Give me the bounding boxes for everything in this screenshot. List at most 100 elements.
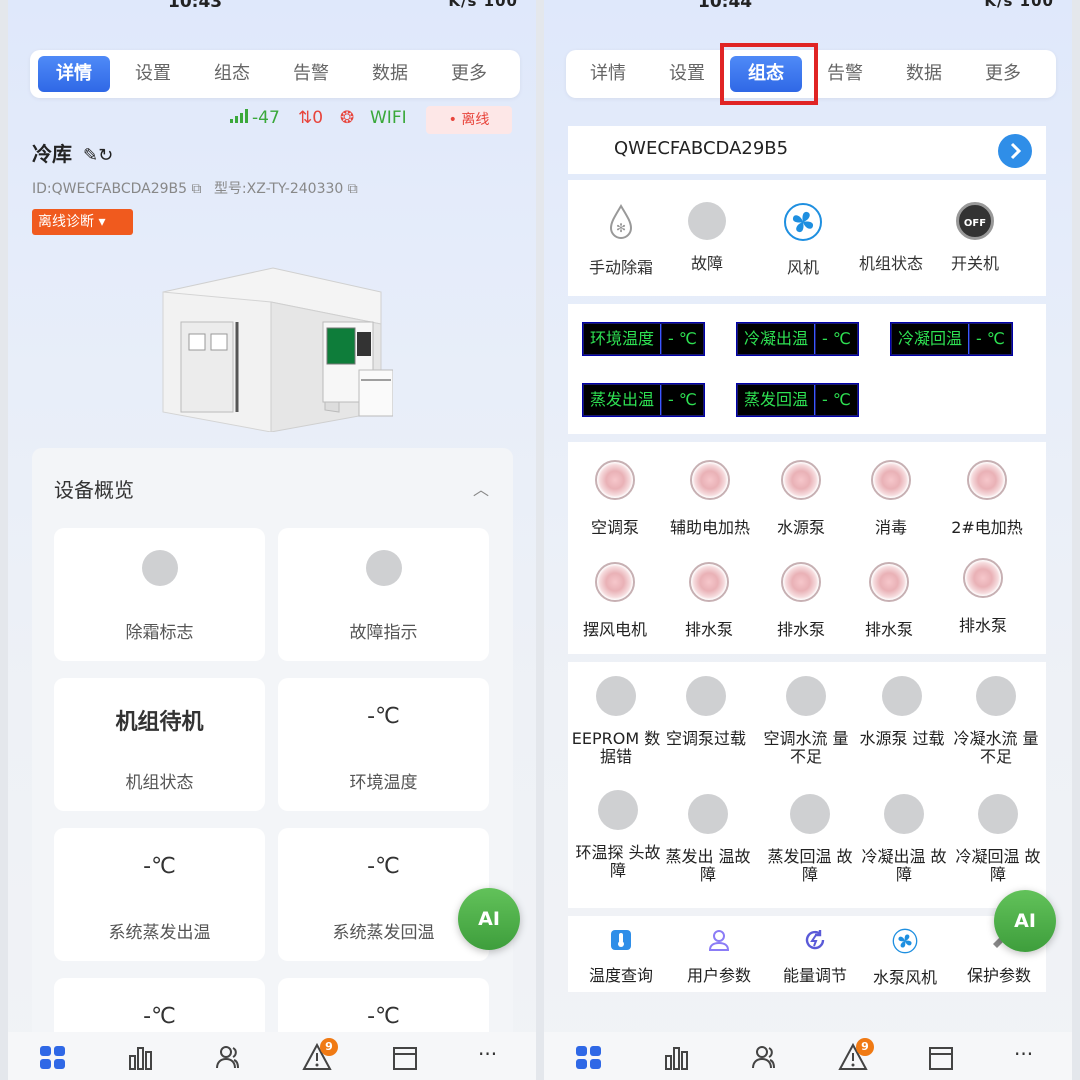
- detail-screen: 10:43 K/s 100 详情 设置 组态 告警 数据 更多 -47 ⇅0 ❂…: [8, 0, 536, 1080]
- fault-eeprom: EEPROM 数据错: [568, 676, 664, 766]
- caret-down-icon: ▾: [98, 214, 106, 230]
- device-box-icon[interactable]: [390, 1042, 420, 1072]
- tool-label: 水泵风机: [872, 968, 937, 987]
- copy-model-icon[interactable]: ⧉: [348, 181, 358, 197]
- tile-unit-status: 机组待机 机组状态: [54, 678, 265, 811]
- icon-label: 故障: [690, 254, 723, 273]
- ai-assistant-button[interactable]: AI: [994, 890, 1056, 952]
- copy-id-icon[interactable]: ⧉: [191, 181, 201, 197]
- pump-fan[interactable]: 水泵风机: [858, 928, 952, 988]
- tab-alarm[interactable]: 告警: [809, 56, 881, 92]
- tab-detail[interactable]: 详情: [38, 56, 110, 92]
- power-off-icon: OFF: [956, 202, 994, 240]
- lcd-value: - ℃: [816, 385, 857, 415]
- serial-row[interactable]: QWECFABCDA29B5: [568, 126, 1046, 174]
- lcd-key: 冷凝回温: [892, 324, 970, 354]
- fault-ac-pump-overload: 空调泵过载: [658, 676, 754, 748]
- power-switch[interactable]: OFF 开关机: [930, 202, 1020, 274]
- fault-lamp-icon: [786, 676, 826, 716]
- lcd-key: 冷凝出温: [738, 324, 816, 354]
- energy-regulation[interactable]: 能量调节: [768, 928, 862, 986]
- tab-config[interactable]: 组态: [196, 56, 268, 92]
- collapse-chevron-icon[interactable]: ︿: [473, 476, 489, 500]
- lamp-icon: [689, 562, 729, 602]
- lcd-key: 蒸发回温: [738, 385, 816, 415]
- lamp-label: 2#电加热: [951, 518, 1023, 537]
- lamp-icon: [871, 460, 911, 500]
- chart-icon[interactable]: [126, 1042, 156, 1072]
- tile-label: 系统蒸发出温: [108, 923, 211, 943]
- tile-label: 环境温度: [349, 773, 418, 793]
- alarm-count-badge: 9: [856, 1038, 874, 1056]
- lcd-key: 环境温度: [584, 324, 662, 354]
- chart-icon[interactable]: [662, 1042, 692, 1072]
- offline-diagnosis-button[interactable]: 离线诊断 ▾: [32, 209, 133, 235]
- more-icon[interactable]: ···: [1014, 1042, 1044, 1072]
- lamp-icon: [967, 460, 1007, 500]
- user-params[interactable]: 用户参数: [672, 928, 766, 986]
- bottom-nav: 9 ···: [8, 1032, 536, 1080]
- fault-water-pump-overload: 水源泵 过载: [854, 676, 950, 748]
- lcd-ambient-temp: 环境温度 - ℃: [582, 322, 705, 356]
- fault-lamp-icon: [976, 676, 1016, 716]
- status-bar: 10:44 K/s 100: [544, 0, 1072, 18]
- chevron-right-icon[interactable]: [998, 134, 1032, 168]
- lamp-drain-pump-2: 排水泵: [756, 562, 846, 640]
- temperature-query[interactable]: 温度查询: [574, 928, 668, 986]
- signal-bars-icon: [230, 109, 248, 123]
- lamp-label: 消毒: [874, 518, 907, 537]
- fault-label: 空调泵过载: [665, 729, 746, 748]
- manual-defrost[interactable]: ✻ 手动除霜: [576, 202, 666, 278]
- tile-value: 机组待机: [115, 710, 204, 735]
- ai-assistant-button[interactable]: AI: [458, 888, 520, 950]
- fault-label: 冷凝水流 量不足: [953, 729, 1039, 766]
- users-icon[interactable]: [750, 1042, 780, 1072]
- tile-evap-out-temp: -℃ 系统蒸发出温: [54, 828, 265, 961]
- lcd-value: - ℃: [662, 324, 703, 354]
- lamp-swing-motor: 摆风电机: [570, 562, 660, 640]
- device-box-icon[interactable]: [926, 1042, 956, 1072]
- tab-more[interactable]: 更多: [433, 56, 505, 92]
- status-indicators: K/s 100: [984, 0, 1054, 10]
- lamp-label: 排水泵: [958, 616, 1007, 635]
- tab-data[interactable]: 数据: [888, 56, 960, 92]
- serial-number: QWECFABCDA29B5: [614, 138, 789, 159]
- fault-evap-return-temp: 蒸发回温 故障: [762, 794, 858, 884]
- alarm-nav[interactable]: 9: [302, 1038, 338, 1072]
- tab-data[interactable]: 数据: [354, 56, 426, 92]
- lamp-aux-heater: 辅助电加热: [660, 460, 760, 538]
- tab-config[interactable]: 组态: [730, 56, 802, 92]
- dashboard-icon[interactable]: [38, 1042, 68, 1072]
- users-icon[interactable]: [214, 1042, 244, 1072]
- lamp-icon: [690, 460, 730, 500]
- signal-value: -47: [252, 108, 280, 128]
- tab-detail[interactable]: 详情: [572, 56, 644, 92]
- dashboard-icon[interactable]: [574, 1042, 604, 1072]
- edit-icon[interactable]: ✎: [83, 145, 98, 166]
- wifi-label: WIFI: [370, 108, 407, 128]
- fault-lamps-panel: EEPROM 数据错 空调泵过载 空调水流 量不足 水源泵 过载 冷凝水流 量不…: [568, 662, 1046, 908]
- lamp-ac-pump: 空调泵: [570, 460, 660, 538]
- fault-lamp-icon: [688, 794, 728, 834]
- alarm-nav[interactable]: 9: [838, 1038, 874, 1072]
- tile-evap-return-temp: -℃ 系统蒸发回温: [278, 828, 489, 961]
- more-icon[interactable]: ···: [478, 1042, 508, 1072]
- tab-settings[interactable]: 设置: [117, 56, 189, 92]
- lcd-evap-return-temp: 蒸发回温 - ℃: [736, 383, 859, 417]
- fault-label: 蒸发回温 故障: [767, 847, 853, 884]
- refresh-icon[interactable]: ↻: [98, 145, 113, 166]
- lamp-heater-2: 2#电加热: [942, 460, 1032, 538]
- fault-cond-water-flow: 冷凝水流 量不足: [948, 676, 1044, 766]
- fault-ambient-probe: 环温探 头故障: [570, 790, 666, 880]
- fault-cond-out-temp: 冷凝出温 故障: [856, 794, 952, 884]
- tab-more[interactable]: 更多: [967, 56, 1039, 92]
- lamp-drain-pump-3: 排水泵: [844, 562, 934, 640]
- device-id-row: ID:QWECFABCDA29B5 ⧉ 型号:XZ-TY-240330 ⧉: [32, 178, 358, 198]
- tab-settings[interactable]: 设置: [651, 56, 723, 92]
- tool-label: 保护参数: [966, 966, 1031, 985]
- tab-alarm[interactable]: 告警: [275, 56, 347, 92]
- fault-label: 蒸发出 温故障: [665, 847, 751, 884]
- user-icon: [708, 930, 730, 951]
- lamp-drain-pump-4: 排水泵: [938, 558, 1028, 636]
- lamp-icon: [595, 460, 635, 500]
